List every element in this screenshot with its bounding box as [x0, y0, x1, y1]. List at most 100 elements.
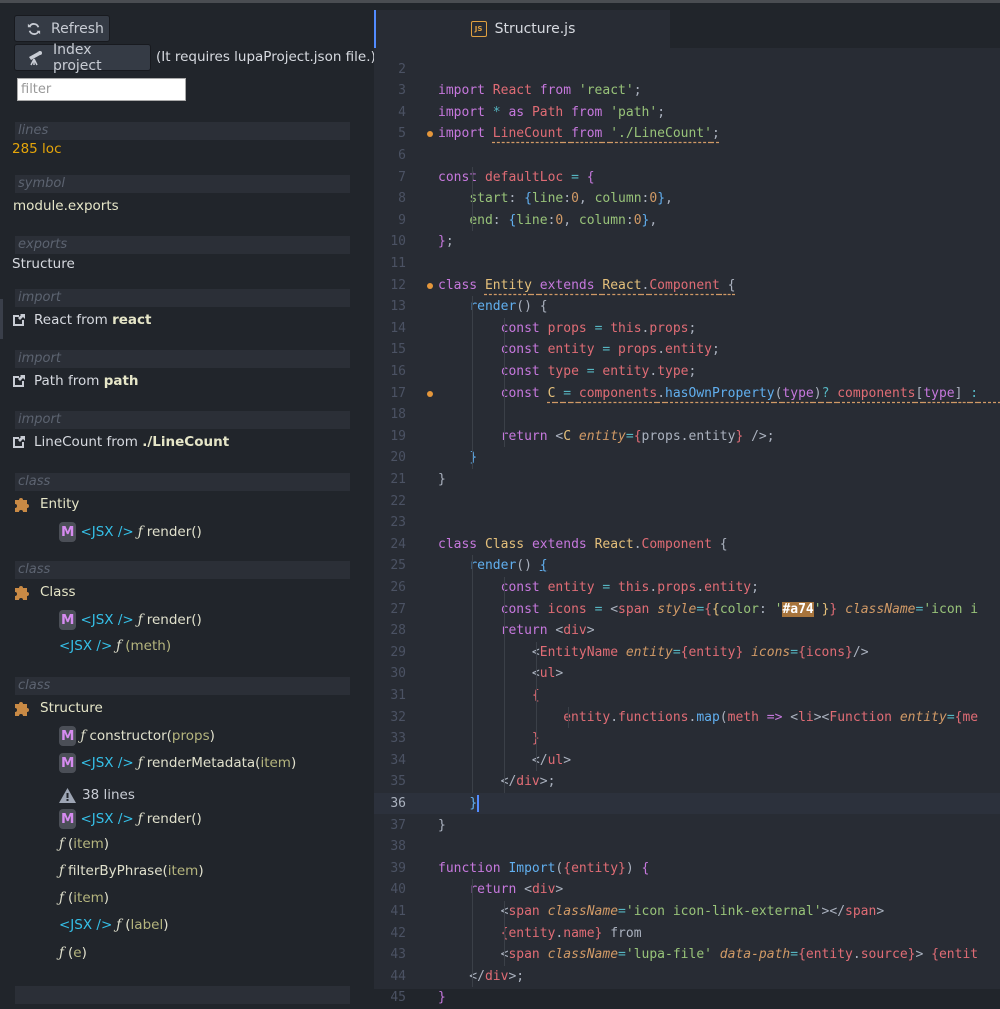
line-number[interactable]: 16	[374, 361, 406, 383]
line-number[interactable]: 3	[374, 80, 406, 102]
line-number[interactable]: 20	[374, 447, 406, 469]
code-text[interactable]: }	[438, 728, 540, 750]
code-line[interactable]: 6	[374, 145, 1000, 167]
code-line[interactable]: 8 start: {line:0, column:0},	[374, 188, 1000, 210]
line-number[interactable]: 4	[374, 102, 406, 124]
line-number[interactable]: 35	[374, 771, 406, 793]
code-text[interactable]: const entity = this.props.entity;	[438, 577, 759, 599]
line-number[interactable]: 5	[374, 123, 406, 145]
code-line[interactable]: 16 const type = entity.type;	[374, 361, 1000, 383]
panel-resize-handle[interactable]	[0, 299, 3, 339]
code-line[interactable]: 26 const entity = this.props.entity;	[374, 577, 1000, 599]
code-text[interactable]: import React from 'react';	[438, 80, 642, 102]
code-line[interactable]: 3 import React from 'react';	[374, 80, 1000, 102]
code-line[interactable]: 4 import * as Path from 'path';	[374, 102, 1000, 124]
member-render[interactable]: M <JSX /> ƒ render()	[59, 522, 202, 542]
code-line[interactable]: 7 const defaultLoc = {	[374, 167, 1000, 189]
line-number[interactable]: 40	[374, 879, 406, 901]
member-anonymous[interactable]: <JSX /> ƒ (label)	[59, 917, 168, 933]
line-number[interactable]: 28	[374, 620, 406, 642]
code-text[interactable]: <ul>	[438, 663, 563, 685]
code-text[interactable]: <EntityName entity={entity} icons={icons…	[438, 642, 869, 664]
code-line[interactable]: 45}	[374, 987, 1000, 1009]
line-number[interactable]: 21	[374, 469, 406, 491]
code-line[interactable]: 44 </div>;	[374, 966, 1000, 988]
line-number[interactable]: 29	[374, 642, 406, 664]
code-line[interactable]: 13 render() {	[374, 296, 1000, 318]
code-line[interactable]: 21}	[374, 469, 1000, 491]
code-text[interactable]: };	[438, 231, 454, 253]
member-render[interactable]: M <JSX /> ƒ render()	[59, 809, 202, 829]
lint-warning-dot-icon[interactable]	[427, 282, 433, 289]
line-number[interactable]: 2	[374, 59, 406, 81]
code-text[interactable]: {	[438, 685, 540, 707]
member-anonymous[interactable]: ƒ (e)	[59, 945, 87, 961]
code-text[interactable]: const props = this.props;	[438, 318, 697, 340]
code-line[interactable]: 38	[374, 836, 1000, 858]
code-line[interactable]: 31 {	[374, 685, 1000, 707]
line-number[interactable]: 36	[374, 793, 406, 815]
code-line[interactable]: 9 end: {line:0, column:0},	[374, 210, 1000, 232]
code-text[interactable]: {entity.name} from	[438, 923, 642, 945]
code-line[interactable]: 30 <ul>	[374, 663, 1000, 685]
code-line[interactable]: 12 class Entity extends React.Component {	[374, 275, 1000, 297]
code-text[interactable]: render() {	[438, 296, 547, 318]
code-line[interactable]: 17 const C = components.hasOwnProperty(t…	[374, 383, 1000, 405]
code-line[interactable]: 33 }	[374, 728, 1000, 750]
code-line[interactable]: 43 <span className='lupa-file' data-path…	[374, 944, 1000, 966]
code-line[interactable]: 36 }	[374, 792, 1000, 815]
line-number[interactable]: 30	[374, 663, 406, 685]
line-number[interactable]: 13	[374, 296, 406, 318]
code-text[interactable]: class Class extends React.Component {	[438, 534, 728, 556]
import-item-react[interactable]: React from react	[12, 312, 151, 328]
import-source[interactable]: react	[112, 312, 151, 328]
class-item-class[interactable]: Class	[12, 583, 76, 601]
code-line[interactable]: 32 entity.functions.map(meth => <li><Fun…	[374, 707, 1000, 729]
code-text[interactable]: </div>;	[438, 966, 524, 988]
line-number[interactable]: 11	[374, 253, 406, 275]
code-line[interactable]: 35 </div>;	[374, 771, 1000, 793]
line-number[interactable]: 18	[374, 404, 406, 426]
line-number[interactable]: 31	[374, 685, 406, 707]
code-text[interactable]: }	[438, 815, 446, 837]
line-number[interactable]: 8	[374, 188, 406, 210]
code-line[interactable]: 22	[374, 491, 1000, 513]
line-number[interactable]: 6	[374, 145, 406, 167]
member-anonymous[interactable]: ƒ (item)	[59, 890, 109, 906]
code-text[interactable]: return <div>	[438, 879, 563, 901]
code-text[interactable]: start: {line:0, column:0},	[438, 188, 673, 210]
code-line[interactable]: 27 const icons = <span style={{color: '#…	[374, 599, 1000, 621]
code-text[interactable]: end: {line:0, column:0},	[438, 210, 657, 232]
filter-input[interactable]	[17, 78, 186, 101]
code-line[interactable]: 42 {entity.name} from	[374, 923, 1000, 945]
code-line[interactable]: 29 <EntityName entity={entity} icons={ic…	[374, 642, 1000, 664]
line-number[interactable]: 9	[374, 210, 406, 232]
line-number[interactable]: 44	[374, 966, 406, 988]
code-line[interactable]: 41 <span className='icon icon-link-exter…	[374, 901, 1000, 923]
line-number[interactable]: 39	[374, 858, 406, 880]
code-editor[interactable]: JS Structure.js 2 3 import React from 'rea…	[374, 3, 1000, 1005]
import-source[interactable]: path	[104, 373, 139, 389]
line-number[interactable]: 38	[374, 836, 406, 858]
import-item-path[interactable]: Path from path	[12, 373, 139, 389]
code-text[interactable]: <span className='lupa-file' data-path={e…	[438, 944, 979, 966]
class-item-structure[interactable]: Structure	[12, 699, 103, 717]
class-item-entity[interactable]: Entity	[12, 495, 79, 513]
code-line[interactable]: 18	[374, 404, 1000, 426]
member-render-metadata[interactable]: M <JSX /> ƒ renderMetadata(item)	[59, 753, 296, 773]
code-line[interactable]: 24 class Class extends React.Component {	[374, 534, 1000, 556]
member-anonymous[interactable]: ƒ (item)	[59, 836, 109, 852]
line-number[interactable]: 26	[374, 577, 406, 599]
import-item-linecount[interactable]: LineCount from ./LineCount	[12, 434, 229, 450]
code-line[interactable]: 15 const entity = props.entity;	[374, 339, 1000, 361]
code-line[interactable]: 34 </ul>	[374, 750, 1000, 772]
code-line[interactable]: 19 return <C entity={props.entity} />;	[374, 426, 1000, 448]
code-text[interactable]: function Import({entity}) {	[438, 858, 649, 880]
code-text[interactable]: const icons = <span style={{color: '#a74…	[438, 599, 978, 621]
code-text[interactable]: entity.functions.map(meth => <li><Functi…	[438, 707, 978, 729]
code-text[interactable]: return <C entity={props.entity} />;	[438, 426, 775, 448]
code-text[interactable]: class Entity extends React.Component {	[438, 275, 735, 297]
line-number[interactable]: 12	[374, 275, 406, 297]
member-render[interactable]: M <JSX /> ƒ render()	[59, 610, 202, 630]
line-number[interactable]: 15	[374, 339, 406, 361]
